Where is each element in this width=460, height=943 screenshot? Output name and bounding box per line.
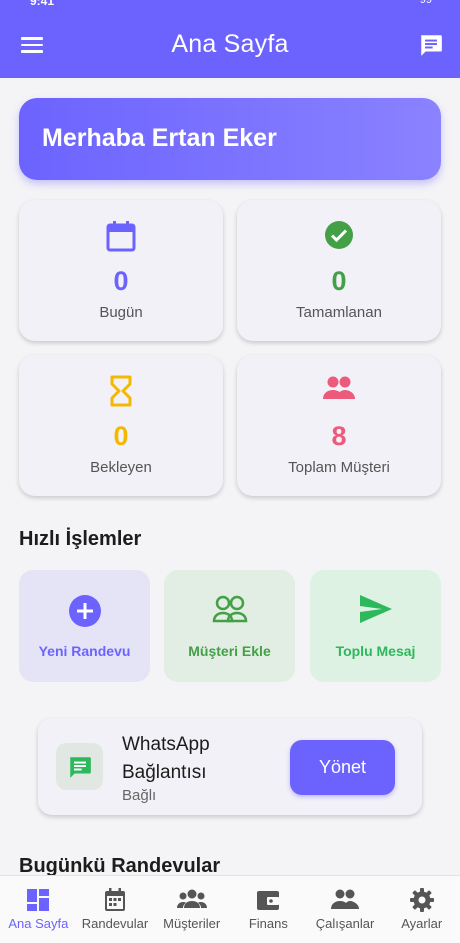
- nav-label: Finans: [248, 916, 288, 931]
- battery-level: 99: [419, 0, 432, 6]
- nav-item-customers[interactable]: Müşteriler: [153, 876, 230, 943]
- stat-value: 0: [331, 266, 347, 296]
- gear-icon: [383, 888, 460, 912]
- send-icon: [310, 594, 441, 628]
- stat-value: 8: [331, 421, 347, 451]
- add-person-icon: [164, 594, 295, 628]
- whatsapp-card: WhatsApp Bağlantısı Bağlı Yönet: [38, 718, 422, 815]
- page-title: Ana Sayfa: [171, 30, 289, 58]
- bulk-message-button[interactable]: Toplu Mesaj: [310, 570, 441, 682]
- chat-icon[interactable]: [418, 32, 444, 58]
- whatsapp-status: Bağlı: [122, 787, 157, 804]
- whatsapp-title: WhatsApp Bağlantısı: [122, 734, 210, 783]
- people-icon: [237, 375, 441, 407]
- check-circle-icon: [237, 220, 441, 252]
- stat-value: 0: [113, 266, 129, 296]
- hourglass-icon: [19, 375, 223, 407]
- quick-action-label: Toplu Mesaj: [335, 643, 416, 659]
- stat-label: Bugün: [99, 304, 143, 321]
- nav-label: Çalışanlar: [315, 916, 375, 931]
- stat-card-pending[interactable]: 0 Bekleyen: [19, 355, 223, 496]
- nav-label: Randevular: [81, 916, 149, 931]
- quick-action-label: Müşteri Ekle: [188, 643, 271, 659]
- add-customer-button[interactable]: Müşteri Ekle: [164, 570, 295, 682]
- calendar-icon: [19, 220, 223, 252]
- nav-label: Ayarlar: [401, 916, 443, 931]
- stat-label: Toplam Müşteri: [288, 459, 390, 476]
- stat-card-completed[interactable]: 0 Tamamlanan: [237, 200, 441, 341]
- add-circle-icon: [19, 594, 150, 628]
- stat-card-today[interactable]: 0 Bugün: [19, 200, 223, 341]
- welcome-text: Merhaba Ertan Eker: [42, 124, 277, 152]
- quick-action-label: Yeni Randevu: [38, 643, 131, 659]
- nav-item-employees[interactable]: Çalışanlar: [307, 876, 384, 943]
- status-bar: 9:41 99: [0, 0, 460, 12]
- stat-label: Tamamlanan: [296, 304, 382, 321]
- people-icon: [307, 888, 384, 912]
- stat-label: Bekleyen: [90, 459, 152, 476]
- nav-item-appointments[interactable]: Randevular: [77, 876, 154, 943]
- stat-value: 0: [113, 421, 129, 451]
- bottom-nav: Ana Sayfa Randevular Müşteriler Finans Ç…: [0, 875, 460, 943]
- wallet-icon: [230, 888, 307, 912]
- nav-item-home[interactable]: Ana Sayfa: [0, 876, 77, 943]
- nav-item-settings[interactable]: Ayarlar: [383, 876, 460, 943]
- manage-button[interactable]: Yönet: [290, 740, 395, 795]
- welcome-card: Merhaba Ertan Eker: [19, 98, 441, 180]
- dashboard-icon: [0, 888, 77, 912]
- nav-label: Müşteriler: [163, 916, 221, 931]
- groups-icon: [153, 888, 230, 912]
- nav-item-finance[interactable]: Finans: [230, 876, 307, 943]
- app-bar: Ana Sayfa: [0, 12, 460, 78]
- stat-card-customers[interactable]: 8 Toplam Müşteri: [237, 355, 441, 496]
- new-appointment-button[interactable]: Yeni Randevu: [19, 570, 150, 682]
- quick-actions-title: Hızlı İşlemler: [19, 528, 142, 550]
- calendar-icon: [77, 888, 154, 912]
- message-icon: [56, 743, 103, 790]
- status-time: 9:41: [30, 0, 55, 8]
- nav-label: Ana Sayfa: [8, 916, 69, 931]
